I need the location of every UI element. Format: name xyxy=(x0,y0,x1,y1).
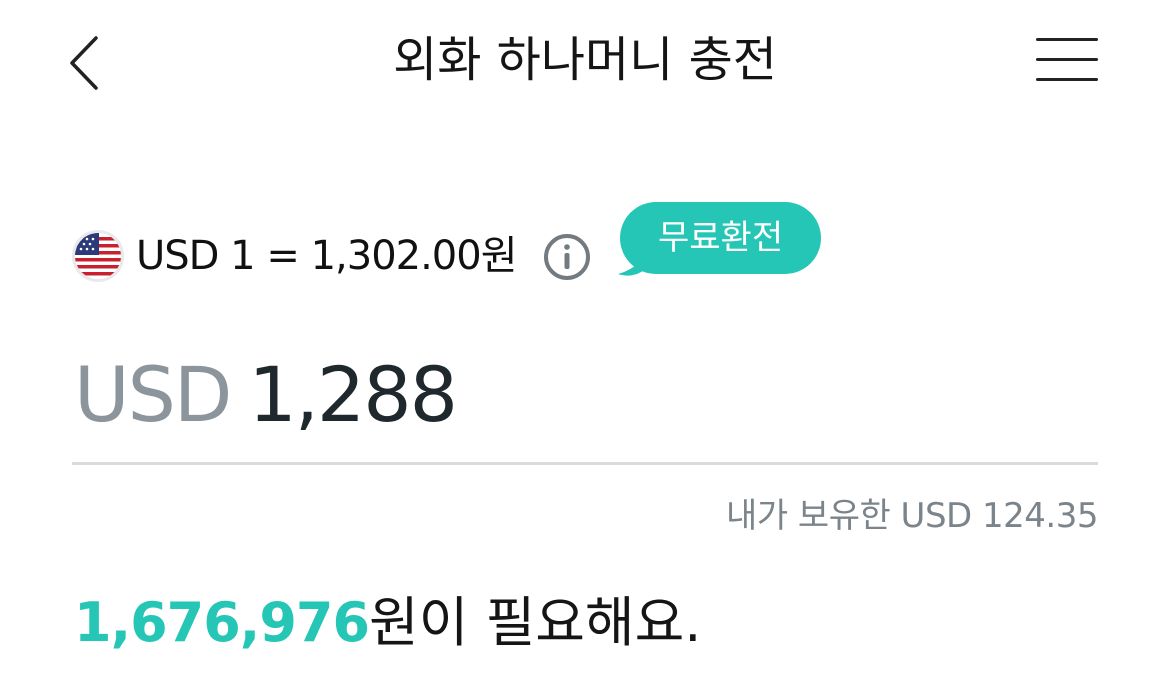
info-icon xyxy=(544,234,590,280)
info-button[interactable] xyxy=(542,232,592,282)
required-krw: 1,676,976원이 필요해요. xyxy=(74,588,701,658)
hamburger-icon xyxy=(1036,38,1098,41)
free-exchange-badge: 무료환전 xyxy=(620,202,822,274)
amount-input-row[interactable]: USD 1,288 xyxy=(74,350,458,440)
exchange-rate-text: USD 1 = 1,302.00원 xyxy=(136,233,518,279)
page-title: 외화 하나머니 충전 xyxy=(393,32,777,88)
required-suffix: 원이 필요해요. xyxy=(369,591,702,654)
menu-button[interactable] xyxy=(1030,34,1104,86)
charge-screen: 외화 하나머니 충전 USD 1 = 1,302.00원 무료환전 USD 1,… xyxy=(0,0,1170,679)
amount-underline xyxy=(72,462,1098,465)
amount-input[interactable]: 1,288 xyxy=(248,350,458,440)
us-flag-icon xyxy=(72,230,124,282)
amount-currency: USD xyxy=(74,350,232,439)
holding-balance: 내가 보유한 USD 124.35 xyxy=(726,496,1098,536)
hamburger-icon-line xyxy=(1036,58,1098,61)
hamburger-icon-line xyxy=(1036,78,1098,81)
required-amount: 1,676,976 xyxy=(74,591,370,654)
header: 외화 하나머니 충전 xyxy=(0,0,1170,120)
